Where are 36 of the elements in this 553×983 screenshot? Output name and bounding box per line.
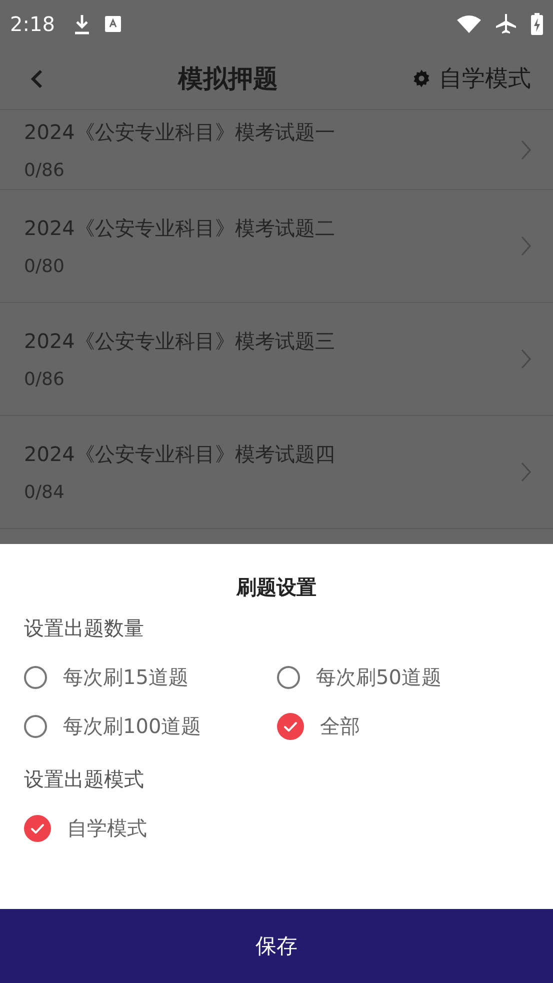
radio[interactable] [24, 666, 47, 689]
radio[interactable] [277, 666, 300, 689]
option-label[interactable]: 每次刷15道题 [63, 660, 188, 695]
page-title: 模拟押题 [176, 63, 279, 95]
option-label[interactable]: 每次刷50道题 [316, 660, 442, 695]
radio[interactable] [24, 715, 47, 738]
chevron-icon [521, 462, 531, 482]
battery-icon [531, 13, 543, 35]
exam-title: 2024《公安专业科目》模考试题四 [24, 441, 336, 468]
exam-title: 2024《公安专业科目》模考试题三 [24, 328, 336, 355]
checked-radio[interactable] [277, 713, 304, 740]
status-time: 2:18 [10, 12, 55, 36]
sheet-title: 刷题设置 [235, 574, 318, 601]
mode-button[interactable]: 自学模式 [412, 63, 531, 94]
checked-radio[interactable] [24, 815, 51, 842]
wifi-icon [457, 15, 481, 33]
download-icon [72, 13, 91, 35]
chevron-icon [521, 349, 531, 369]
chevron-icon [521, 140, 531, 160]
exam-title: 2024《公安专业科目》模考试题一 [24, 118, 336, 146]
back-button[interactable] [30, 68, 44, 90]
exam-title: 2024《公安专业科目》模考试题二 [24, 215, 336, 242]
keyboard-icon [104, 16, 121, 32]
progress-count: 0/80 [24, 256, 66, 277]
section-label: 设置出题数量 [24, 615, 145, 642]
progress-count: 0/86 [24, 369, 66, 390]
option-label[interactable]: 自学模式 [67, 811, 147, 846]
chevron-icon [521, 236, 531, 256]
option-label[interactable]: 全部 [320, 709, 360, 744]
gear-icon [412, 69, 431, 88]
progress-count: 0/84 [24, 482, 66, 503]
section-label: 设置出题模式 [24, 766, 145, 793]
progress-count: 0/86 [24, 160, 66, 180]
save-button[interactable]: 保存 [0, 909, 553, 983]
airplane-icon [495, 13, 517, 35]
option-label[interactable]: 每次刷100道题 [63, 709, 202, 744]
